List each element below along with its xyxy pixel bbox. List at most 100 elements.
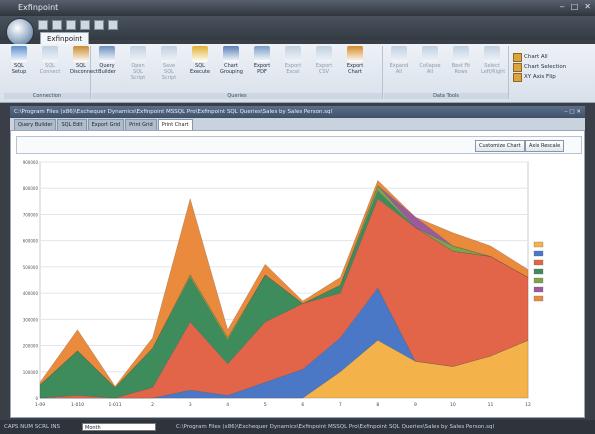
- quick-access-icons: [38, 20, 118, 30]
- ribbon-group-label: Queries: [92, 93, 382, 99]
- document-path: C:\Program Files (x86)\Exchequer Dynamic…: [14, 109, 333, 115]
- x-tick-label: 1-010: [71, 402, 84, 408]
- x-tick-label: 9: [414, 402, 417, 408]
- document-tabs: Query Builder SQL Edit Export Grid Print…: [10, 118, 585, 130]
- chart-all-icon: [513, 52, 522, 62]
- ribbon-group-label: Connection: [4, 93, 90, 99]
- ribbon-button-label: SQL Connect: [39, 63, 61, 75]
- ribbon-button-best-fit-rows[interactable]: Best Fit Rows: [450, 46, 472, 75]
- x-tick-label: 1-011: [109, 402, 122, 408]
- close-icon[interactable]: ✕: [584, 2, 591, 11]
- qat-print-icon[interactable]: [80, 20, 90, 30]
- ribbon-button-label: Export PDF: [253, 63, 271, 75]
- ribbon-button-icon: [130, 46, 146, 62]
- ribbon-button-select-left-right[interactable]: Select Left/Right: [481, 46, 506, 75]
- ribbon-button-sql-execute[interactable]: SQL Execute: [189, 46, 211, 75]
- window-title: Exfinpoint: [18, 3, 59, 12]
- maximize-icon[interactable]: □: [571, 2, 579, 11]
- ribbon-button-label: Collapse All: [419, 63, 441, 75]
- application-menu-button[interactable]: [6, 18, 34, 46]
- ribbon-button-icon: [99, 46, 115, 62]
- legend-swatch-1: [533, 241, 544, 248]
- xy-axis-flip-label: XY Axis Flip: [524, 74, 556, 80]
- axis-rescale-button[interactable]: Axis Rescale: [525, 140, 565, 152]
- qat-grid-icon[interactable]: [108, 20, 118, 30]
- ribbon-small-buttons: Chart All Chart Selection XY Axis Flip: [513, 52, 566, 82]
- customize-chart-button[interactable]: Customize Chart: [475, 140, 525, 152]
- ribbon-button-icon: [223, 46, 239, 62]
- tab-sql-edit[interactable]: SQL Edit: [57, 119, 87, 130]
- ribbon-button-icon: [11, 46, 27, 62]
- ribbon-button-sql-disconnect[interactable]: SQL Disconnect: [70, 46, 98, 75]
- legend-swatch-7: [533, 295, 544, 302]
- ribbon-button-expand-all[interactable]: Expand All: [388, 46, 410, 75]
- status-indicators: CAPS NUM SCRL INS: [4, 424, 60, 430]
- ribbon-button-label: Export Excel: [284, 63, 302, 75]
- y-tick-label: 400000: [23, 291, 39, 296]
- qat-save-icon[interactable]: [66, 20, 76, 30]
- ribbon-button-label: Query Builder: [98, 63, 116, 75]
- chart-selection-icon: [513, 62, 522, 72]
- x-tick-label: 4: [226, 402, 229, 408]
- y-tick-label: 300000: [23, 317, 39, 322]
- ribbon-button-icon: [484, 46, 500, 62]
- x-tick-label: 12: [525, 402, 531, 408]
- ribbon-button-label: Best Fit Rows: [451, 63, 471, 75]
- y-tick-label: 100000: [23, 370, 39, 375]
- ribbon-button-icon: [42, 46, 58, 62]
- qat-new-icon[interactable]: [38, 20, 48, 30]
- x-tick-label: 10: [450, 402, 456, 408]
- legend-swatch-6: [533, 286, 544, 293]
- window-controls: ‒ □ ✕: [560, 2, 591, 11]
- window-titlebar: Exfinpoint ‒ □ ✕: [0, 0, 595, 16]
- chart-all-label: Chart All: [524, 54, 548, 60]
- ribbon-button-icon: [285, 46, 301, 62]
- ribbon-button-sql-setup[interactable]: SQL Setup: [8, 46, 30, 75]
- ribbon-button-icon: [422, 46, 438, 62]
- qat-open-icon[interactable]: [52, 20, 62, 30]
- ribbon-button-collapse-all[interactable]: Collapse All: [419, 46, 441, 75]
- ribbon-button-label: Export CSV: [315, 63, 333, 75]
- status-bar: CAPS NUM SCRL INS Month C:\Program Files…: [0, 420, 595, 434]
- ribbon-group-label: Data Tools: [384, 93, 508, 99]
- status-month-field[interactable]: Month: [82, 423, 156, 431]
- ribbon-button-label: Chart Grouping: [220, 63, 243, 75]
- ribbon-button-export-chart[interactable]: Export Chart: [344, 46, 366, 75]
- tab-print-grid[interactable]: Print Grid: [125, 119, 157, 130]
- ribbon-button-chart-grouping[interactable]: Chart Grouping: [220, 46, 243, 75]
- axis-flip-icon: [513, 72, 522, 82]
- tab-export-grid[interactable]: Export Grid: [87, 119, 125, 130]
- ribbon-button-icon: [161, 46, 177, 62]
- x-tick-label: 1-09: [35, 402, 45, 408]
- ribbon-button-export-excel[interactable]: Export Excel: [282, 46, 304, 75]
- ribbon-button-label: Select Left/Right: [481, 63, 506, 75]
- x-tick-label: 8: [376, 402, 379, 408]
- qat-chart-icon[interactable]: [94, 20, 104, 30]
- tab-query-builder[interactable]: Query Builder: [14, 119, 57, 130]
- ribbon-button-label: Expand All: [389, 63, 409, 75]
- ribbon-button-export-pdf[interactable]: Export PDF: [251, 46, 273, 75]
- chart-all-button[interactable]: Chart All: [513, 52, 566, 62]
- y-tick-label: 600000: [23, 239, 39, 244]
- ribbon-button-label: SQL Disconnect: [70, 63, 98, 75]
- x-tick-label: 11: [488, 402, 494, 408]
- document-path-bar: C:\Program Files (x86)\Exchequer Dynamic…: [10, 106, 585, 118]
- ribbon-button-icon: [192, 46, 208, 62]
- document-controls[interactable]: ‒ □ ✕: [564, 106, 581, 118]
- ribbon-button-label: SQL Setup: [11, 63, 27, 75]
- ribbon-button-save-sql-script[interactable]: Save SQL Script: [158, 46, 180, 81]
- tab-print-chart[interactable]: Print Chart: [157, 119, 193, 130]
- ribbon-button-sql-connect[interactable]: SQL Connect: [39, 46, 61, 75]
- legend-swatch-4: [533, 268, 544, 275]
- ribbon-button-export-csv[interactable]: Export CSV: [313, 46, 335, 75]
- legend-swatch-5: [533, 277, 544, 284]
- xy-axis-flip-button[interactable]: XY Axis Flip: [513, 72, 566, 82]
- chart-selection-button[interactable]: Chart Selection: [513, 62, 566, 72]
- y-tick-label: 500000: [23, 265, 39, 270]
- minimize-icon[interactable]: ‒: [560, 2, 565, 11]
- x-tick-label: 3: [189, 402, 192, 408]
- ribbon-button-icon: [453, 46, 469, 62]
- ribbon-button-open-sql-script[interactable]: Open SQL Script: [127, 46, 149, 81]
- ribbon-button-query-builder[interactable]: Query Builder: [96, 46, 118, 75]
- y-tick-label: 0: [35, 396, 38, 401]
